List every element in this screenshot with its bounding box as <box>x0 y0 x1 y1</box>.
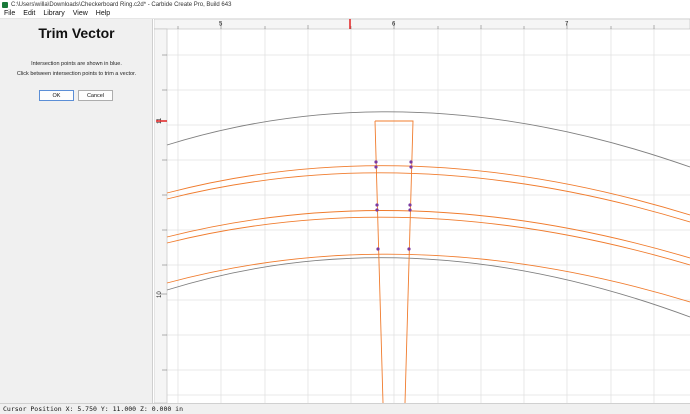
intersection-point <box>407 247 411 251</box>
intersection-point <box>376 247 380 251</box>
intersection-point <box>408 203 412 207</box>
window-title: C:\Users\willa\Downloads\Checkerboard Ri… <box>11 1 232 8</box>
panel-instruction-1: Intersection points are shown in blue. <box>31 61 122 67</box>
trim-vector-panel: Trim Vector Intersection points are show… <box>0 19 153 403</box>
intersection-point <box>409 160 413 164</box>
intersection-point <box>375 208 379 212</box>
cancel-button[interactable]: Cancel <box>78 90 113 101</box>
intersection-point <box>374 165 378 169</box>
canvas-svg[interactable]: 5 6 7 11 10 <box>153 18 690 404</box>
panel-instruction-2: Click between intersection points to tri… <box>16 71 137 77</box>
menu-library[interactable]: Library <box>39 9 68 19</box>
menu-edit[interactable]: Edit <box>19 9 39 19</box>
design-canvas[interactable]: 5 6 7 11 10 <box>153 18 690 404</box>
panel-title: Trim Vector <box>38 25 115 41</box>
left-ruler-label-10: 10 <box>157 291 163 298</box>
intersection-point <box>408 208 412 212</box>
top-ruler <box>153 18 690 30</box>
carbide-create-window: C:\Users\willa\Downloads\Checkerboard Ri… <box>0 0 690 414</box>
intersection-point <box>374 160 378 164</box>
ok-button[interactable]: OK <box>39 90 74 101</box>
menu-file[interactable]: File <box>0 9 19 19</box>
status-bar: Cursor Position X: 5.750 Y: 11.000 Z: 0.… <box>0 403 690 414</box>
cursor-position-readout: Cursor Position X: 5.750 Y: 11.000 Z: 0.… <box>3 405 184 413</box>
intersection-point <box>409 165 413 169</box>
menu-bar: File Edit Library View Help <box>0 9 690 19</box>
intersection-point <box>375 203 379 207</box>
menu-help[interactable]: Help <box>92 9 114 19</box>
menu-view[interactable]: View <box>69 9 92 19</box>
carbide-app-icon <box>2 1 8 8</box>
left-ruler <box>153 28 168 404</box>
